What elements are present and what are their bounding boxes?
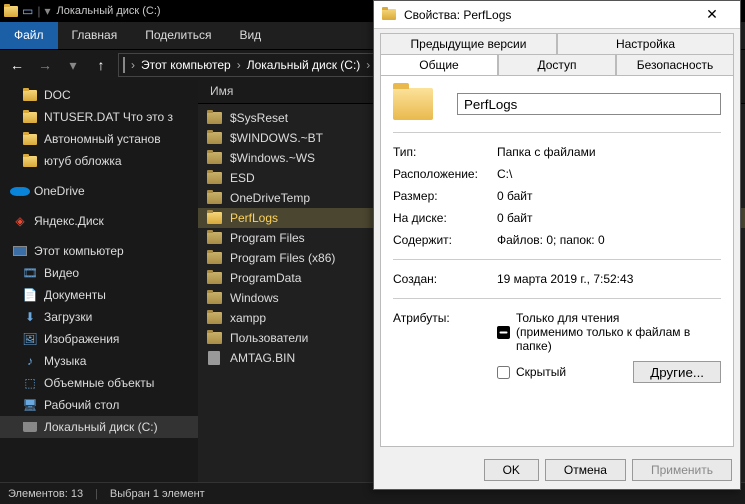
value-contains: Файлов: 0; папок: 0 xyxy=(497,233,605,247)
checkbox-hidden[interactable]: Скрытый xyxy=(497,365,625,379)
folder-icon xyxy=(382,9,396,20)
folder-name-input[interactable] xyxy=(457,93,721,115)
tab-previous-versions[interactable]: Предыдущие версии xyxy=(380,33,557,54)
tab-file[interactable]: Файл xyxy=(0,22,58,49)
back-button[interactable]: ← xyxy=(6,54,28,76)
chevron-right-icon[interactable]: › xyxy=(364,58,372,72)
window-title: Локальный диск (C:) xyxy=(57,5,161,17)
nav-music[interactable]: ♪Музыка xyxy=(0,350,198,372)
tab-sharing[interactable]: Доступ xyxy=(498,54,616,75)
dialog-title-bar[interactable]: Свойства: PerfLogs ✕ xyxy=(374,1,740,29)
nav-documents[interactable]: 📄Документы xyxy=(0,284,198,306)
breadcrumb-pc[interactable]: Этот компьютер xyxy=(141,58,231,72)
breadcrumb-drive[interactable]: Локальный диск (C:) xyxy=(247,58,361,72)
label-location: Расположение: xyxy=(393,167,489,181)
chevron-right-icon[interactable]: › xyxy=(129,58,137,72)
dialog-body: Тип: Папка с файлами Расположение: C:\ Раз… xyxy=(380,75,734,447)
nav-pictures[interactable]: 🖼Изображения xyxy=(0,328,198,350)
value-type: Папка с файлами xyxy=(497,145,596,159)
value-size: 0 байт xyxy=(497,189,532,203)
value-created: 19 марта 2019 г., 7:52:43 xyxy=(497,272,633,286)
cancel-button[interactable]: Отмена xyxy=(545,459,626,481)
nav-quick-doc[interactable]: DOC xyxy=(0,84,198,106)
readonly-checkbox-input[interactable] xyxy=(497,326,510,339)
qat-save-icon[interactable]: ▭ xyxy=(22,4,33,18)
others-button[interactable]: Другие... xyxy=(633,361,721,383)
nav-this-pc[interactable]: Этот компьютер xyxy=(0,240,198,262)
tab-general[interactable]: Общие xyxy=(380,54,498,75)
forward-button[interactable]: → xyxy=(34,54,56,76)
label-created: Создан: xyxy=(393,272,489,286)
label-size-on-disk: На диске: xyxy=(393,211,489,225)
label-attributes: Атрибуты: xyxy=(393,311,489,325)
nav-onedrive[interactable]: OneDrive xyxy=(0,180,198,202)
quick-access-toolbar: ▭ | ▾ xyxy=(4,4,51,18)
properties-dialog: Свойства: PerfLogs ✕ Предыдущие версии Н… xyxy=(373,0,741,490)
nav-quick-youtube[interactable]: ютуб обложка xyxy=(0,150,198,172)
dialog-tabs: Предыдущие версии Настройка Общие Доступ… xyxy=(374,29,740,75)
dialog-title: Свойства: PerfLogs xyxy=(404,8,511,22)
label-size: Размер: xyxy=(393,189,489,203)
folder-icon xyxy=(4,6,18,17)
tab-share[interactable]: Поделиться xyxy=(131,22,225,49)
recent-dropdown[interactable]: ▾ xyxy=(62,54,84,76)
tab-view[interactable]: Вид xyxy=(225,22,275,49)
chevron-right-icon[interactable]: › xyxy=(235,58,243,72)
status-selection: Выбран 1 элемент xyxy=(110,488,205,500)
value-size-on-disk: 0 байт xyxy=(497,211,532,225)
qat-dropdown-icon[interactable]: ▾ xyxy=(44,4,50,18)
folder-large-icon xyxy=(393,88,433,120)
nav-quick-ntuser[interactable]: NTUSER.DAT Что это з xyxy=(0,106,198,128)
hidden-checkbox-input[interactable] xyxy=(497,366,510,379)
dialog-buttons: OK Отмена Применить xyxy=(374,453,740,489)
nav-videos[interactable]: 🎞Видео xyxy=(0,262,198,284)
up-button[interactable]: ↑ xyxy=(90,54,112,76)
nav-yandex[interactable]: ◈Яндекс.Диск xyxy=(0,210,198,232)
pc-icon xyxy=(123,58,125,72)
nav-downloads[interactable]: ⬇Загрузки xyxy=(0,306,198,328)
apply-button[interactable]: Применить xyxy=(632,459,732,481)
disk-icon xyxy=(23,422,37,432)
ok-button[interactable]: OK xyxy=(484,459,539,481)
onedrive-icon xyxy=(13,187,27,196)
checkbox-readonly[interactable]: Только для чтения(применимо только к фай… xyxy=(497,311,721,353)
tab-security[interactable]: Безопасность xyxy=(616,54,734,75)
close-button[interactable]: ✕ xyxy=(692,1,732,29)
nav-quick-offline[interactable]: Автономный установ xyxy=(0,128,198,150)
pc-icon xyxy=(13,246,27,256)
label-type: Тип: xyxy=(393,145,489,159)
status-item-count: Элементов: 13 xyxy=(8,488,83,500)
navigation-pane[interactable]: DOC NTUSER.DAT Что это з Автономный уста… xyxy=(0,80,198,482)
nav-local-disk-c[interactable]: Локальный диск (C:) xyxy=(0,416,198,438)
tab-customize[interactable]: Настройка xyxy=(557,33,734,54)
label-contains: Содержит: xyxy=(393,233,489,247)
qat-divider: | xyxy=(37,4,40,18)
tab-home[interactable]: Главная xyxy=(58,22,132,49)
value-location: C:\ xyxy=(497,167,512,181)
nav-desktop[interactable]: 🖥Рабочий стол xyxy=(0,394,198,416)
nav-3d[interactable]: ⬚Объемные объекты xyxy=(0,372,198,394)
